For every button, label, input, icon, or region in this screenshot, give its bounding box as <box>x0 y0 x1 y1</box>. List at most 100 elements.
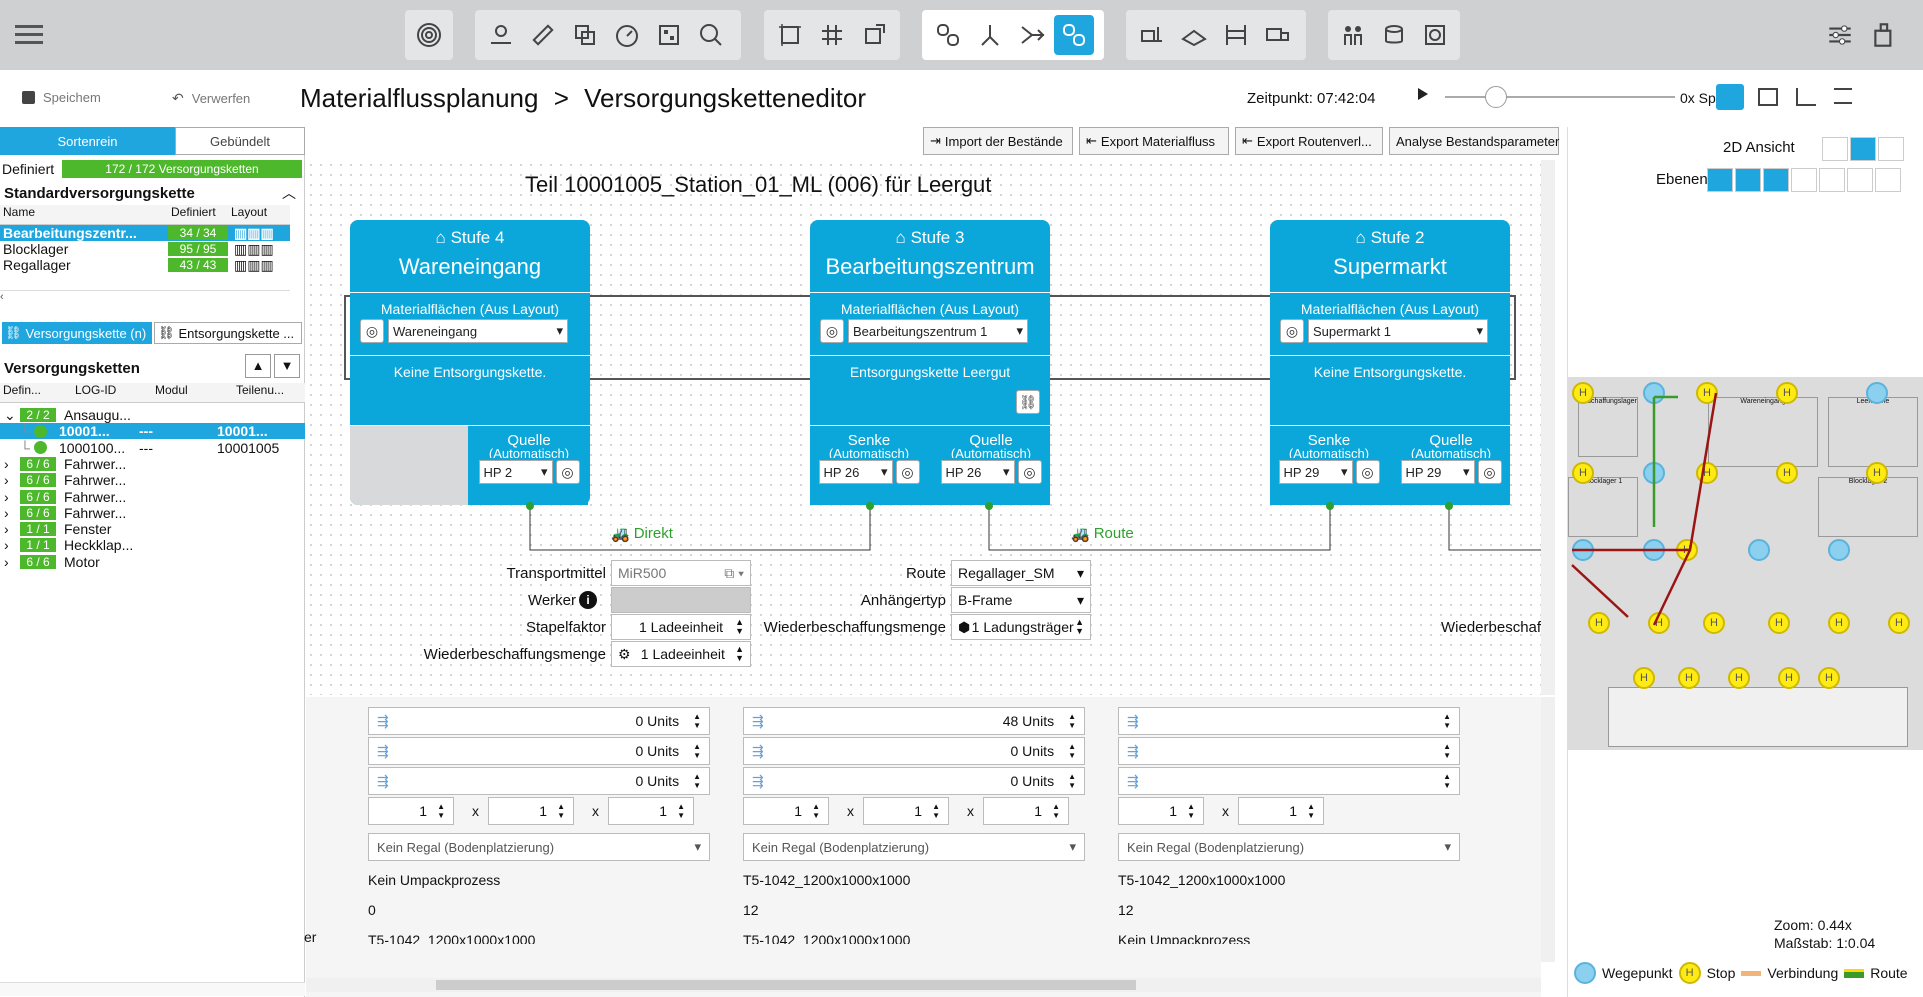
bottom-vscroll[interactable] <box>1541 697 1555 962</box>
bottom-hscroll[interactable] <box>306 978 1541 992</box>
branch-icon[interactable] <box>970 15 1010 55</box>
chart-icon[interactable] <box>1796 88 1816 106</box>
discard-button[interactable]: ↶ Verwerfen <box>172 90 250 107</box>
popout-icon[interactable] <box>1878 137 1904 161</box>
speed-slider-handle[interactable] <box>1485 86 1507 108</box>
layers-icon[interactable] <box>565 15 605 55</box>
units-stepper[interactable]: ⇶ 0 Units ▲ ▼ <box>743 737 1085 765</box>
move-down-icon[interactable]: ▼ <box>274 354 300 378</box>
resize-icon[interactable] <box>854 15 894 55</box>
tree-row[interactable]: › 6 / 6 Motor <box>0 554 305 570</box>
chevron-down-icon[interactable]: ⌄ <box>0 407 16 424</box>
grid-icon[interactable] <box>812 15 852 55</box>
chain-hscroll[interactable] <box>0 982 305 996</box>
cube-icon[interactable] <box>1758 88 1778 106</box>
save-button[interactable]: Speichem <box>22 90 101 105</box>
coins-icon[interactable] <box>1375 15 1414 55</box>
chain-selected-icon[interactable] <box>1054 15 1094 55</box>
tree-row[interactable]: › 1 / 1 Fenster <box>0 521 305 537</box>
timer-icon[interactable] <box>607 15 647 55</box>
sync-icon[interactable] <box>1415 15 1454 55</box>
canvas-vscroll[interactable] <box>1541 160 1555 695</box>
units-stepper[interactable]: ⇶ 0 Units ▲ ▼ <box>368 707 710 735</box>
tab-sortenrein[interactable]: Sortenrein <box>0 127 175 155</box>
chain-canvas[interactable]: Teil 10001005_Station_01_ML (006) für Le… <box>306 160 1541 695</box>
dimension-stepper[interactable]: 1 ▲ ▼ <box>1118 797 1204 825</box>
layer-station-icon[interactable] <box>1735 168 1761 192</box>
units-stepper[interactable]: ⇶ 48 Units ▲ ▼ <box>743 707 1085 735</box>
sliders-icon[interactable] <box>1825 20 1855 50</box>
stack-stepper[interactable]: 1 Ladeeinheit ▲ ▼ <box>611 614 751 640</box>
tab-entsorgungskette[interactable]: ⛓ Entsorgungskette ... <box>154 322 302 344</box>
split-view-icon[interactable] <box>1850 137 1876 161</box>
std-hscroll[interactable]: ‹ <box>0 290 290 303</box>
import-button[interactable]: ⇥ Import der Bestände <box>923 127 1073 155</box>
forklift-icon[interactable] <box>1132 15 1172 55</box>
dimension-stepper[interactable]: 1 ▲ ▼ <box>368 797 454 825</box>
rack-select[interactable]: Kein Regal (Bodenplatzierung) ▾ <box>368 833 710 861</box>
rack-icon[interactable] <box>1216 15 1256 55</box>
single-view-icon[interactable] <box>1822 137 1848 161</box>
dimension-stepper[interactable]: 1 ▲ ▼ <box>983 797 1069 825</box>
collapse-icon[interactable]: ︿ <box>282 183 296 203</box>
units-stepper[interactable]: ⇶ ▲ ▼ <box>1118 737 1460 765</box>
info-icon[interactable]: i <box>579 591 597 609</box>
tree-row[interactable]: ⌄ 2 / 2 Ansaugu... <box>0 407 305 424</box>
move-up-icon[interactable]: ▲ <box>245 354 271 378</box>
export-route-button[interactable]: ⇤ Export Routenverl... <box>1235 127 1383 155</box>
units-stepper[interactable]: ⇶ 0 Units ▲ ▼ <box>368 737 710 765</box>
trailer-select[interactable]: B-Frame ▾ <box>951 587 1091 613</box>
units-stepper[interactable]: ⇶ ▲ ▼ <box>1118 707 1460 735</box>
transport-select[interactable]: MiR500 ⧉ ▾ <box>611 560 751 586</box>
rack-select[interactable]: Kein Regal (Bodenplatzierung) ▾ <box>743 833 1085 861</box>
analyse-button[interactable]: Analyse Bestandsparameter <box>1389 127 1559 155</box>
layout-map[interactable]: Beschaffungslager Wareneingang Leerfläch… <box>1568 377 1923 750</box>
merge-icon[interactable] <box>1012 15 1052 55</box>
dimension-stepper[interactable]: 1 ▲ ▼ <box>863 797 949 825</box>
tree-row[interactable]: › 6 / 6 Fahrwer... <box>0 489 305 505</box>
hamburger-menu-icon[interactable] <box>15 22 43 46</box>
tree-row[interactable]: › 6 / 6 Fahrwer... <box>0 456 305 472</box>
truck-icon[interactable] <box>1258 15 1298 55</box>
layer-fill-icon[interactable] <box>1791 168 1817 192</box>
wbm2-stepper[interactable]: ⬢ 1 Ladungsträger ▲ ▼ <box>951 614 1091 640</box>
units-stepper[interactable]: ⇶ 0 Units ▲ ▼ <box>743 767 1085 795</box>
play-icon[interactable] <box>1418 88 1428 100</box>
link-route[interactable]: 🚜 Route <box>1071 525 1134 543</box>
tree-row[interactable]: └ 10001... --- 10001... <box>0 423 305 440</box>
people-icon[interactable] <box>1334 15 1373 55</box>
location-icon[interactable] <box>481 15 521 55</box>
dimension-stepper[interactable]: 1 ▲ ▼ <box>608 797 694 825</box>
speed-slider[interactable] <box>1445 96 1675 98</box>
wbm-stepper[interactable]: ⚙ 1 Ladeeinheit ▲ ▼ <box>611 641 751 667</box>
chip-icon[interactable] <box>649 15 689 55</box>
rack-select[interactable]: Kein Regal (Bodenplatzierung) ▾ <box>1118 833 1460 861</box>
layer-network-icon[interactable] <box>1847 168 1873 192</box>
conveyor-icon[interactable] <box>1174 15 1214 55</box>
tree-row[interactable]: › 6 / 6 Fahrwer... <box>0 472 305 488</box>
tab-gebuendelt[interactable]: Gebündelt <box>175 127 305 155</box>
search-route-icon[interactable] <box>691 15 731 55</box>
chevron-right-icon[interactable]: › <box>0 554 14 570</box>
std-table-row[interactable]: Blocklager 95 / 95 ▥▥▥ <box>0 241 290 258</box>
chevron-right-icon[interactable]: › <box>0 489 14 505</box>
dimension-stepper[interactable]: 1 ▲ ▼ <box>1238 797 1324 825</box>
export-materialfluss-button[interactable]: ⇤ Export Materialfluss <box>1079 127 1229 155</box>
layer-route-icon[interactable] <box>1875 168 1901 192</box>
ruler-icon[interactable] <box>523 15 563 55</box>
spiral-icon[interactable] <box>411 15 447 55</box>
tree-row[interactable]: › 1 / 1 Heckklap... <box>0 537 305 553</box>
route-select[interactable]: Regallager_SM ▾ <box>951 560 1091 586</box>
dimension-stepper[interactable]: 1 ▲ ▼ <box>743 797 829 825</box>
chevron-right-icon[interactable]: › <box>0 521 14 537</box>
link-direct[interactable]: 🚜 Direkt <box>611 525 673 543</box>
frame-icon[interactable] <box>770 15 810 55</box>
std-table-row[interactable]: Regallager 43 / 43 ▥▥▥ <box>0 257 290 274</box>
std-table-row[interactable]: Bearbeitungszentr... 34 / 34 ▥▥▥ <box>0 225 290 241</box>
list-icon[interactable] <box>1834 88 1852 104</box>
tree-row[interactable]: └ 1000100... --- 10001005 <box>0 440 305 456</box>
tab-versorgungskette[interactable]: ⛓ Versorgungskette (n) <box>2 322 152 344</box>
chevron-right-icon[interactable]: › <box>0 456 14 472</box>
tree-row[interactable]: › 6 / 6 Fahrwer... <box>0 505 305 521</box>
chevron-right-icon[interactable]: › <box>0 505 14 521</box>
